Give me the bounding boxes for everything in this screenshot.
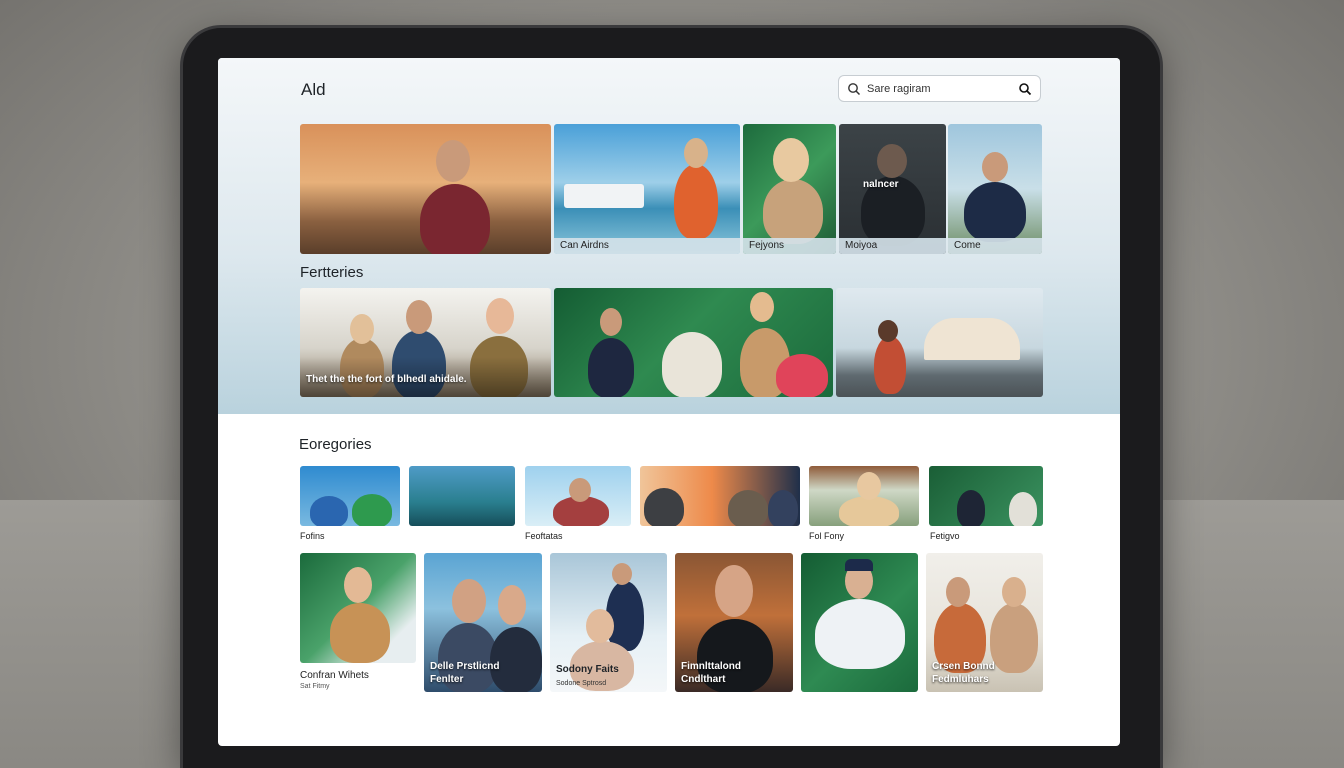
category-tile-5[interactable]: [809, 466, 919, 526]
section-title: Fertteries: [300, 264, 364, 281]
person-figure: [420, 184, 490, 254]
person-figure: [644, 488, 684, 526]
person-head: [344, 567, 372, 603]
person-figure: [674, 164, 718, 239]
app-screen: Ald Can Airdns Fejyons nalncer Moiyoa Co…: [218, 58, 1120, 746]
person-figure: [964, 182, 1026, 242]
featured-caption: Come: [948, 238, 1042, 254]
person-head: [486, 298, 514, 334]
category-tile-1[interactable]: [300, 466, 400, 526]
category-tile-6[interactable]: [929, 466, 1043, 526]
person-head: [350, 314, 374, 344]
search-icon: [847, 82, 861, 96]
person-head: [715, 565, 753, 617]
person-head: [612, 563, 632, 585]
person-head: [1002, 577, 1026, 607]
person-head: [982, 152, 1008, 182]
card-tile-4[interactable]: Fimnlttalond Cndlthart: [675, 553, 793, 692]
building-shape: [924, 318, 1020, 360]
app-title: Ald: [301, 80, 326, 99]
person-head: [878, 320, 898, 342]
card-tile-6[interactable]: Crsen Bonnd Fedmluhars: [926, 553, 1043, 692]
person-figure: [662, 332, 722, 397]
person-figure: [815, 599, 905, 669]
search-bar[interactable]: [838, 75, 1041, 102]
categories-title: Eoregories: [299, 436, 372, 453]
card-overlay-title: Fimnlttalond Cndlthart: [681, 661, 741, 685]
person-figure: [588, 338, 634, 397]
wide-tile-overlay: Thet the the fort of blhedl ahidale.: [306, 374, 467, 385]
card-title: Confran Wihets: [300, 670, 369, 681]
person-figure: [768, 490, 798, 526]
featured-caption: Fejyons: [743, 238, 836, 254]
person-figure: [310, 496, 348, 526]
wide-tile-group[interactable]: Thet the the fort of blhedl ahidale.: [300, 288, 551, 397]
hat-shape: [845, 559, 873, 571]
card-tile-2[interactable]: Delle Prstlicnd Fenlter: [424, 553, 542, 692]
person-figure: [763, 179, 823, 244]
person-head: [498, 585, 526, 625]
person-head: [452, 579, 486, 623]
person-head: [750, 292, 774, 322]
card-tile-3[interactable]: Sodony Faits Sodone Sptrosd: [550, 553, 667, 692]
person-figure: [839, 496, 899, 526]
boat-shape: [564, 184, 644, 208]
category-label: Fol Fony: [809, 531, 845, 541]
person-figure: [874, 336, 906, 394]
person-head: [773, 138, 809, 182]
person-figure: [728, 490, 768, 526]
card-overlay-title: Delle Prstlicnd Fenlter: [430, 661, 500, 685]
search-submit-icon[interactable]: [1018, 82, 1032, 96]
person-head: [569, 478, 591, 502]
card-overlay-title: Crsen Bonnd Fedmluhars: [932, 661, 995, 685]
person-head: [600, 308, 622, 336]
category-label: Fofins: [300, 531, 325, 541]
person-figure: [352, 494, 392, 526]
category-label: Feoftatas: [525, 531, 563, 541]
featured-caption: Moiyoa: [839, 238, 946, 254]
featured-tile-boat[interactable]: Can Airdns: [554, 124, 740, 254]
card-tile-5[interactable]: [801, 553, 918, 692]
person-head: [946, 577, 970, 607]
featured-tile-desert[interactable]: [300, 124, 551, 254]
card-overlay-title: Sodony Faits: [556, 664, 619, 675]
search-input[interactable]: [867, 82, 1018, 95]
person-head: [586, 609, 614, 643]
person-head: [857, 472, 881, 500]
card-tile-1[interactable]: [300, 553, 416, 663]
category-tile-4[interactable]: [640, 466, 800, 526]
person-figure: [776, 354, 828, 397]
featured-caption: Can Airdns: [554, 238, 740, 254]
wide-tile-palace[interactable]: [836, 288, 1043, 397]
category-tile-3[interactable]: [525, 466, 631, 526]
person-figure: [330, 603, 390, 663]
card-subtitle: Sat Fitmy: [300, 683, 330, 690]
featured-tile-leaves[interactable]: Fejyons: [743, 124, 836, 254]
featured-tile-mountain[interactable]: Come: [948, 124, 1042, 254]
person-figure: [957, 490, 985, 526]
featured-overlay-text: nalncer: [863, 179, 899, 190]
category-label: Fetigvo: [930, 531, 960, 541]
person-head: [684, 138, 708, 168]
person-figure: [1009, 492, 1037, 526]
featured-tile-dark[interactable]: nalncer Moiyoa: [839, 124, 946, 254]
person-head: [436, 140, 470, 182]
person-head: [877, 144, 907, 178]
card-subtitle: Sodone Sptrosd: [556, 680, 607, 687]
category-tile-2[interactable]: [409, 466, 515, 526]
wide-tile-jungle[interactable]: [554, 288, 833, 397]
person-head: [406, 300, 432, 334]
